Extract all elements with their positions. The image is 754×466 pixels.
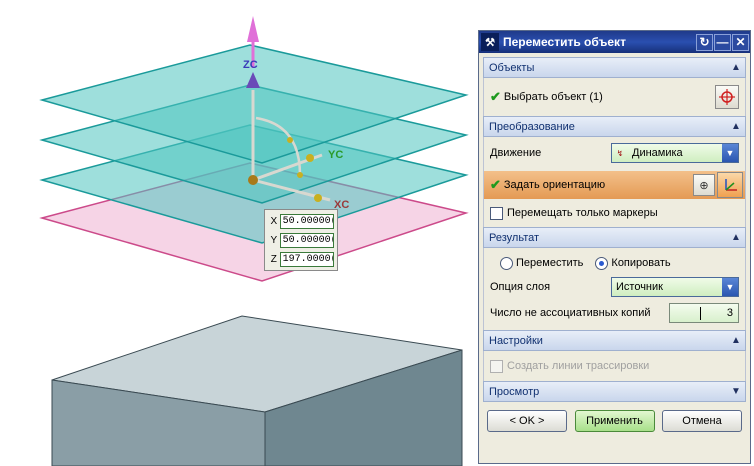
- reset-icon[interactable]: ↻: [696, 33, 713, 51]
- coord-z-label: Z: [270, 254, 277, 265]
- coord-x-input[interactable]: 50.00000(: [279, 214, 334, 229]
- orientation-label: Задать ориентацию: [503, 179, 606, 191]
- magenta-arrow[interactable]: [247, 16, 259, 42]
- point-constructor-icon: ⊕: [699, 179, 709, 192]
- copy-label: Копировать: [611, 257, 671, 269]
- trace-lines-checkbox: [490, 359, 503, 373]
- yc-label: YC: [328, 149, 343, 161]
- section-settings-header[interactable]: Настройки ▲: [483, 330, 746, 351]
- copy-radio[interactable]: [595, 256, 609, 270]
- ok-button[interactable]: < OK >: [487, 410, 567, 432]
- apply-button[interactable]: Применить: [574, 410, 655, 432]
- dialog-buttons: < OK > Применить Отмена: [487, 410, 742, 432]
- layer-option-label: Опция слоя: [490, 281, 551, 293]
- chevron-up-icon[interactable]: ▲: [727, 62, 745, 73]
- copies-row: Число не ассоциативных копий 3: [490, 300, 739, 326]
- section-result-label: Результат: [489, 231, 540, 244]
- markers-only-checkbox[interactable]: [490, 206, 503, 220]
- coordinate-entry-box: X 50.00000( Y 50.00000( Z 197.0000(: [264, 209, 338, 271]
- close-icon[interactable]: ✕: [732, 33, 749, 51]
- copies-input[interactable]: 3: [669, 303, 739, 323]
- motion-value: Динамика: [632, 147, 683, 159]
- chevron-up-icon[interactable]: ▲: [727, 335, 745, 346]
- markers-only-row[interactable]: Перемещать только маркеры: [490, 203, 739, 223]
- point-dialog-button[interactable]: ⊕: [693, 174, 715, 196]
- section-result-body: Переместить Копировать Опция слоя Источн…: [483, 248, 746, 330]
- check-icon: ✔: [490, 89, 501, 104]
- check-icon: ✔: [490, 177, 501, 192]
- select-object-row[interactable]: ✔ Выбрать объект (1): [490, 82, 739, 112]
- trace-lines-row: Создать линии трассировки: [490, 355, 739, 377]
- copies-value: 3: [726, 307, 733, 319]
- section-settings-label: Настройки: [489, 334, 543, 347]
- chevron-down-icon[interactable]: ▼: [722, 278, 738, 296]
- layer-option-row: Опция слоя Источник ▼: [490, 274, 739, 300]
- crosshair-icon: [719, 89, 735, 105]
- zc-label: ZC: [243, 59, 258, 71]
- chevron-up-icon[interactable]: ▲: [727, 121, 745, 132]
- chevron-up-icon[interactable]: ▲: [727, 232, 745, 243]
- specify-orientation-row[interactable]: ✔ Задать ориентацию ⊕: [483, 171, 746, 199]
- arc-handle-2[interactable]: [287, 137, 293, 143]
- minimize-icon[interactable]: —: [714, 33, 731, 51]
- section-objects-body: ✔ Выбрать объект (1): [483, 78, 746, 116]
- cancel-button[interactable]: Отмена: [662, 410, 742, 432]
- copies-label: Число не ассоциативных копий: [490, 307, 651, 319]
- coord-z-input[interactable]: 197.0000(: [279, 252, 334, 267]
- markers-only-label: Перемещать только маркеры: [507, 207, 658, 219]
- chevron-down-icon[interactable]: ▼: [727, 386, 745, 397]
- section-preview-label: Просмотр: [489, 385, 540, 398]
- x-handle[interactable]: [314, 194, 322, 202]
- section-settings-body: Создать линии трассировки: [483, 351, 746, 381]
- y-handle[interactable]: [306, 154, 314, 162]
- section-transform-label: Преобразование: [489, 120, 575, 133]
- section-objects-header[interactable]: Объекты ▲: [483, 57, 746, 78]
- coord-row-y: Y 50.00000(: [268, 231, 334, 250]
- result-radio-row: Переместить Копировать: [490, 252, 739, 274]
- select-object-button[interactable]: [715, 85, 739, 109]
- motion-label: Движение: [490, 147, 542, 159]
- move-radio[interactable]: [500, 256, 513, 270]
- text-cursor: [700, 307, 701, 320]
- scene-canvas[interactable]: ZC YC XC: [0, 0, 478, 466]
- move-object-dialog: ⚒ Переместить объект ↻ — ✕ Объекты ▲ ✔ В…: [478, 30, 751, 464]
- markers-only-body: Перемещать только маркеры: [483, 199, 746, 227]
- layer-option-value: Источник: [616, 281, 663, 293]
- section-transform-header[interactable]: Преобразование ▲: [483, 116, 746, 137]
- section-transform-body: Движение ↯ Динамика ▼: [483, 137, 746, 171]
- section-result-header[interactable]: Результат ▲: [483, 227, 746, 248]
- coord-row-z: Z 197.0000(: [268, 250, 334, 269]
- csys-dialog-button[interactable]: [717, 172, 743, 198]
- coord-y-label: Y: [270, 235, 278, 246]
- coord-y-input[interactable]: 50.00000(: [279, 233, 334, 248]
- trace-lines-label: Создать линии трассировки: [507, 360, 650, 372]
- dialog-title: Переместить объект: [503, 35, 626, 49]
- select-object-label: Выбрать объект (1): [503, 91, 603, 103]
- csys-icon: [725, 179, 737, 191]
- origin-handle[interactable]: [248, 175, 258, 185]
- motion-row: Движение ↯ Динамика ▼: [490, 141, 739, 165]
- layer-option-select[interactable]: Источник ▼: [611, 277, 739, 297]
- section-preview-header[interactable]: Просмотр ▼: [483, 381, 746, 402]
- move-label: Переместить: [516, 257, 584, 269]
- dialog-titlebar[interactable]: ⚒ Переместить объект ↻ — ✕: [479, 31, 750, 53]
- graphics-viewport[interactable]: ZC YC XC X 50.00000( Y 50.00000( Z 197.0…: [0, 0, 478, 466]
- motion-select[interactable]: ↯ Динамика ▼: [611, 143, 739, 163]
- dynamic-csys-icon: ↯: [616, 148, 624, 158]
- coord-x-label: X: [270, 216, 278, 227]
- section-objects-label: Объекты: [489, 61, 535, 74]
- arc-handle-1[interactable]: [297, 172, 303, 178]
- coord-row-x: X 50.00000(: [268, 212, 334, 231]
- chevron-down-icon[interactable]: ▼: [722, 144, 738, 162]
- wrench-icon: ⚒: [481, 33, 499, 51]
